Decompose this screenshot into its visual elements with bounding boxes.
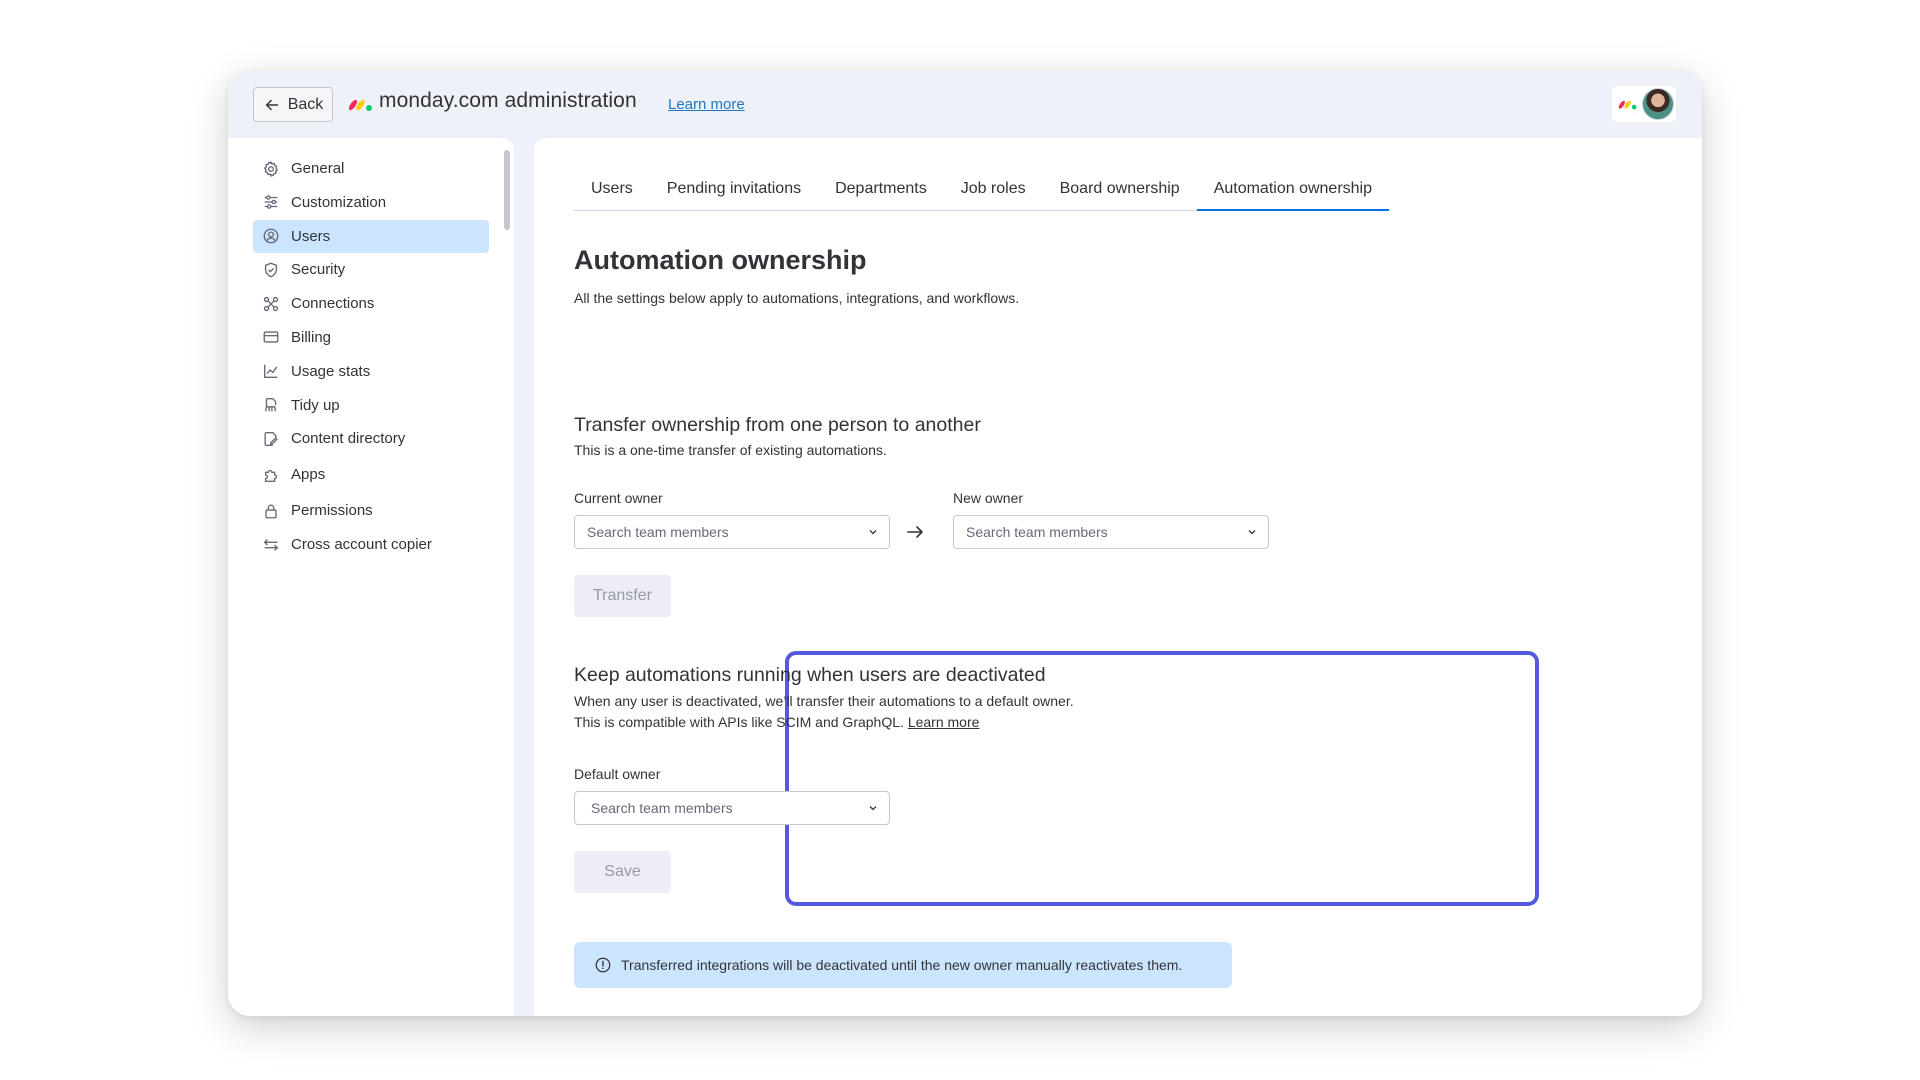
sidebar-item-connections[interactable]: Connections xyxy=(253,287,489,320)
arrow-right-icon xyxy=(907,526,923,538)
keep-running-desc-line2: This is compatible with APIs like SCIM a… xyxy=(574,712,1074,733)
document-edit-icon xyxy=(262,430,280,448)
connections-icon xyxy=(262,295,280,313)
sliders-icon xyxy=(262,193,280,211)
page-subtitle: All the settings below apply to automati… xyxy=(574,290,1020,306)
gear-icon xyxy=(262,160,280,178)
swap-arrows-icon xyxy=(262,536,280,554)
sidebar-item-label: Customization xyxy=(291,193,387,211)
tab-job-roles[interactable]: Job roles xyxy=(944,174,1043,211)
sidebar-item-customization[interactable]: Customization xyxy=(253,186,489,219)
sidebar-item-label: Tidy up xyxy=(291,396,340,414)
chevron-down-icon xyxy=(1248,530,1256,535)
transfer-section-desc: This is a one-time transfer of existing … xyxy=(574,442,887,458)
sidebar-item-label: Users xyxy=(291,227,331,245)
lock-icon xyxy=(262,502,280,520)
sidebar-item-tidy-up[interactable]: Tidy up xyxy=(253,389,489,422)
current-owner-label: Current owner xyxy=(574,490,663,506)
info-banner-text: Transferred integrations will be deactiv… xyxy=(621,957,1183,973)
sidebar-item-label: Content directory xyxy=(291,430,406,448)
learn-more-link[interactable]: Learn more xyxy=(668,96,745,113)
default-owner-label: Default owner xyxy=(574,766,661,782)
tab-board-ownership[interactable]: Board ownership xyxy=(1043,174,1197,211)
current-owner-select[interactable]: Search team members xyxy=(574,515,890,549)
keep-running-desc-line1: When any user is deactivated, we’ll tran… xyxy=(574,693,1074,709)
new-owner-select[interactable]: Search team members xyxy=(953,515,1269,549)
sidebar-item-label: Usage stats xyxy=(291,362,371,380)
app-title: monday.com administration xyxy=(379,89,637,112)
sidebar-item-label: Security xyxy=(291,261,346,279)
page-title: Automation ownership xyxy=(574,245,867,275)
sidebar-item-general[interactable]: General xyxy=(253,152,489,185)
tab-pending-invitations[interactable]: Pending invitations xyxy=(650,174,818,211)
sidebar-item-label: Apps xyxy=(291,466,326,484)
tab-bar: Users Pending invitations Departments Jo… xyxy=(574,174,1389,211)
info-banner: Transferred integrations will be deactiv… xyxy=(574,942,1232,988)
highlight-box xyxy=(785,651,1539,906)
broom-icon xyxy=(262,396,280,414)
monday-logo-icon xyxy=(1618,100,1637,110)
transfer-button[interactable]: Transfer xyxy=(574,575,671,617)
credit-card-icon xyxy=(262,328,280,346)
sidebar-item-label: Cross account copier xyxy=(291,536,432,554)
default-owner-select[interactable]: Search team members xyxy=(574,791,890,825)
puzzle-icon xyxy=(262,466,280,484)
new-owner-label: New owner xyxy=(953,490,1024,506)
back-button[interactable]: Back xyxy=(253,87,333,122)
transfer-section-title: Transfer ownership from one person to an… xyxy=(574,414,981,436)
keep-running-desc-text: This is compatible with APIs like SCIM a… xyxy=(574,714,904,730)
tab-users[interactable]: Users xyxy=(574,174,650,211)
avatar[interactable] xyxy=(1642,88,1674,120)
main-panel: Users Pending invitations Departments Jo… xyxy=(534,138,1702,1016)
tab-automation-ownership[interactable]: Automation ownership xyxy=(1196,174,1389,211)
sidebar-item-label: Billing xyxy=(291,328,332,346)
keep-running-title: Keep automations running when users are … xyxy=(574,664,1046,686)
sidebar-item-security[interactable]: Security xyxy=(253,253,489,286)
sidebar-item-users[interactable]: Users xyxy=(253,219,489,253)
default-owner-placeholder: Search team members xyxy=(591,800,733,816)
sidebar-item-content-directory[interactable]: Content directory xyxy=(253,422,489,455)
new-owner-placeholder: Search team members xyxy=(966,524,1108,540)
current-owner-placeholder: Search team members xyxy=(587,524,729,540)
learn-more-inline-link[interactable]: Learn more xyxy=(908,714,980,730)
keep-running-desc: When any user is deactivated, we’ll tran… xyxy=(574,691,1074,733)
sidebar: General Customization Users Security Con… xyxy=(228,138,514,1016)
sidebar-scrollbar[interactable] xyxy=(504,150,510,230)
shield-icon xyxy=(262,261,280,279)
user-circle-icon xyxy=(262,227,280,245)
sidebar-item-billing[interactable]: Billing xyxy=(253,321,489,354)
sidebar-item-usage-stats[interactable]: Usage stats xyxy=(253,355,489,388)
arrow-left-icon xyxy=(265,99,278,110)
info-icon xyxy=(595,957,611,973)
admin-window: Back monday.com administration Learn mor… xyxy=(228,70,1702,1016)
sidebar-item-label: Permissions xyxy=(291,502,373,520)
sidebar-item-label: Connections xyxy=(291,295,375,313)
sidebar-item-cross-account-copier[interactable]: Cross account copier xyxy=(253,528,489,561)
sidebar-nav: General Customization Users Security Con… xyxy=(253,152,489,562)
back-label: Back xyxy=(287,95,324,113)
account-menu[interactable] xyxy=(1612,86,1676,122)
tab-departments[interactable]: Departments xyxy=(818,174,944,211)
chevron-down-icon xyxy=(869,530,877,535)
chevron-down-icon xyxy=(869,806,877,811)
chart-line-icon xyxy=(262,362,280,380)
save-button[interactable]: Save xyxy=(574,851,671,893)
sidebar-item-permissions[interactable]: Permissions xyxy=(253,494,489,527)
sidebar-item-apps[interactable]: Apps xyxy=(253,458,489,491)
sidebar-item-label: General xyxy=(291,160,345,177)
top-bar: Back monday.com administration Learn mor… xyxy=(228,70,1702,138)
monday-logo-icon xyxy=(348,99,372,111)
